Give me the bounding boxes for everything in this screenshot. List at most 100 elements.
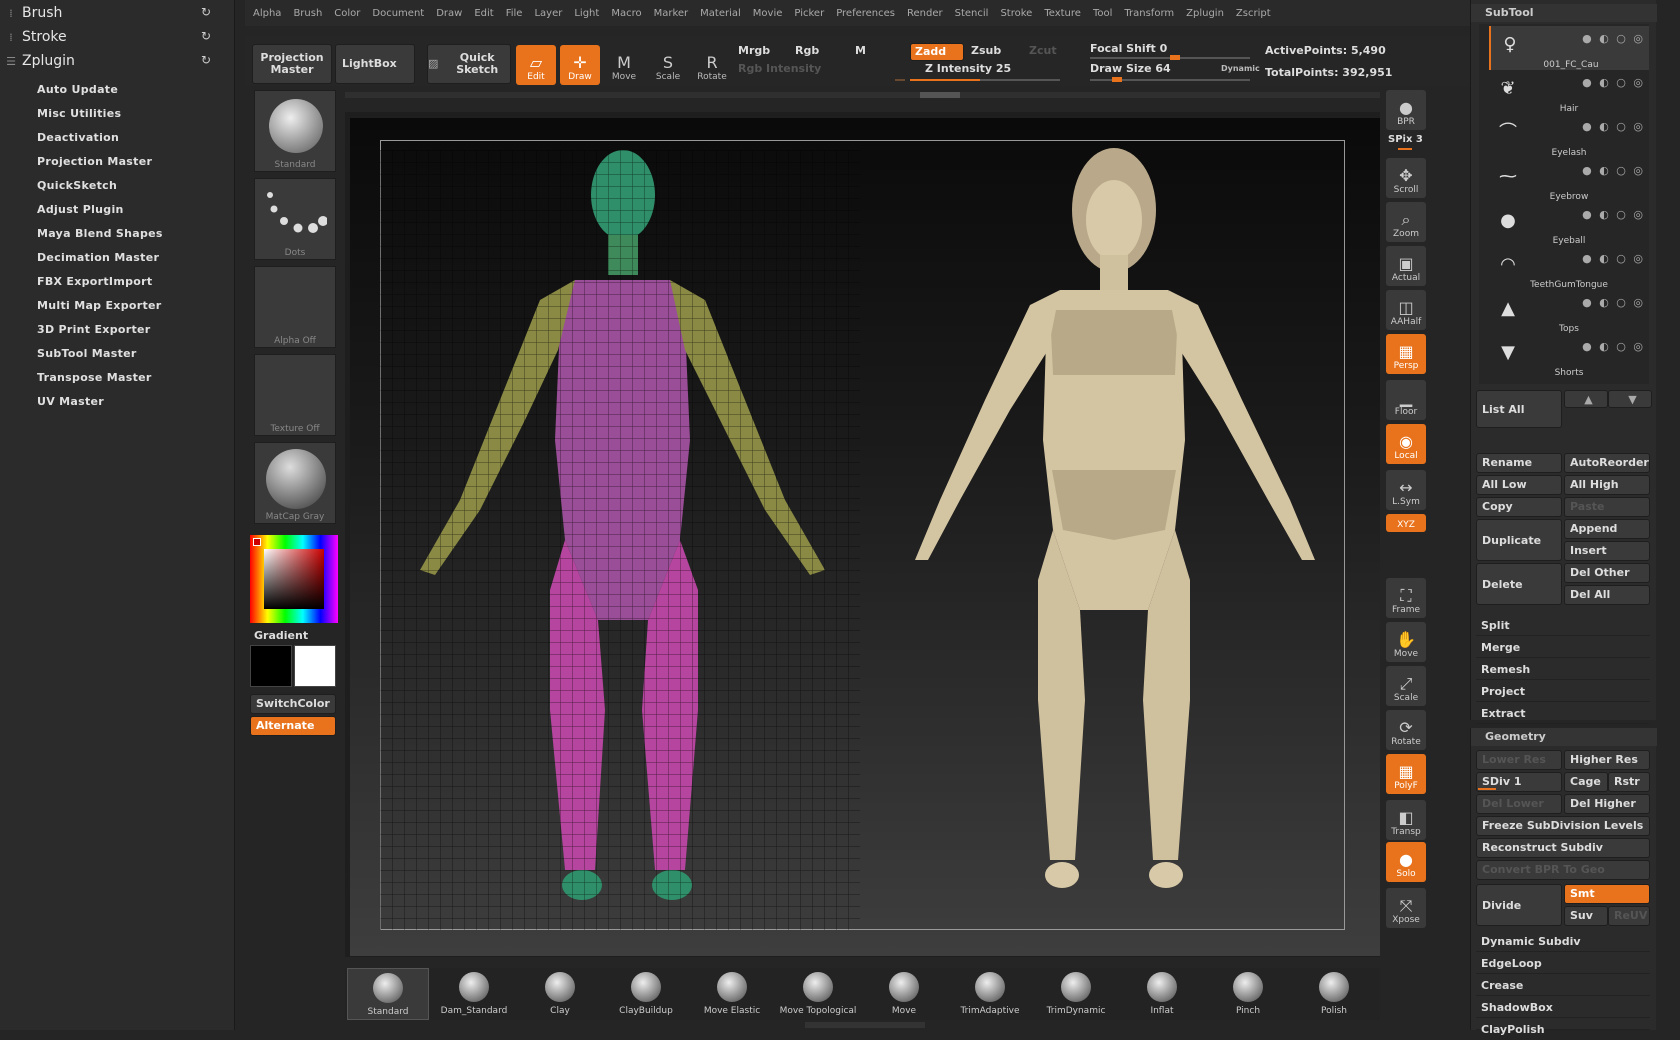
subtool-item[interactable]: ❦ ● ◐ ○ ◎ Hair [1489,70,1649,114]
list-all-button[interactable]: List All [1476,390,1562,428]
zcut-button[interactable]: Zcut [1029,44,1057,57]
refresh-icon[interactable]: ↻ [201,29,211,43]
menu-item-picker[interactable]: Picker [794,8,824,19]
alternate-button[interactable]: Alternate [250,716,336,736]
menu-item-zscript[interactable]: Zscript [1236,8,1271,19]
rotate-button[interactable]: R Rotate [692,45,732,85]
smt-button[interactable]: Smt [1564,884,1650,904]
all-low-button[interactable]: All Low [1476,475,1562,495]
move-up-arrow-button[interactable]: ▲ [1564,390,1608,408]
aahalf-button[interactable]: ◫ AAHalf [1386,290,1426,330]
plugin-misc-utilities[interactable]: Misc Utilities [37,107,121,120]
draw-size-slider[interactable]: Draw Size 64 [1090,62,1171,75]
merge-button[interactable]: Merge [1476,638,1650,658]
zoom-button[interactable]: ⌕ Zoom [1386,202,1426,242]
color-sv-square[interactable] [264,549,324,609]
paste-button[interactable]: Paste [1564,497,1650,517]
duplicate-button[interactable]: Duplicate [1476,519,1562,561]
menu-item-transform[interactable]: Transform [1124,8,1174,19]
brush-trimdynamic[interactable]: TrimDynamic [1035,968,1117,1020]
top-scrollbar[interactable] [345,92,1380,98]
copy-button[interactable]: Copy [1476,497,1562,517]
plugin-fbx-exportimport[interactable]: FBX ExportImport [37,275,152,288]
rename-button[interactable]: Rename [1476,453,1562,473]
refresh-icon[interactable]: ↻ [201,5,211,19]
claypolish-button[interactable]: ClayPolish [1476,1020,1650,1036]
gradient-label[interactable]: Gradient [254,629,308,642]
menu-item-color[interactable]: Color [334,8,360,19]
menu-item-material[interactable]: Material [700,8,741,19]
brush-claybuildup[interactable]: ClayBuildup [605,968,687,1020]
draw-button[interactable]: ✛ Draw [560,45,600,85]
bottom-scrollbar[interactable] [805,1022,925,1028]
mrgb-button[interactable]: Mrgb [738,44,770,57]
move-down-arrow-button[interactable]: ▼ [1608,390,1652,408]
alpha-thumbnail[interactable]: Alpha Off [254,266,336,348]
subtool-item[interactable]: ◠ ● ◐ ○ ◎ TeethGumTongue [1489,246,1649,290]
higher-res-button[interactable]: Higher Res [1564,750,1650,770]
divide-button[interactable]: Divide [1476,884,1562,926]
material-thumbnail[interactable]: MatCap Gray [254,442,336,524]
polyf-button[interactable]: ▦ PolyF [1386,754,1426,794]
tray-header-brush[interactable]: ⁞ Brush ↻ [0,2,235,24]
delete-button[interactable]: Delete [1476,563,1562,605]
suv-button[interactable]: Suv [1564,906,1608,926]
del-lower-button[interactable]: Del Lower [1476,794,1562,814]
menu-item-movie[interactable]: Movie [753,8,783,19]
frame-button[interactable]: ⛶ Frame [1386,578,1426,618]
menu-item-layer[interactable]: Layer [534,8,562,19]
subtool-title[interactable]: SubTool [1471,4,1657,22]
brush-dam-standard[interactable]: Dam_Standard [433,968,515,1020]
all-high-button[interactable]: All High [1564,475,1650,495]
polyframe-figure[interactable] [380,150,860,930]
brush-move-elastic[interactable]: Move Elastic [691,968,773,1020]
extract-button[interactable]: Extract [1476,704,1650,724]
plugin-multi-map-exporter[interactable]: Multi Map Exporter [37,299,162,312]
projection-master-button[interactable]: Projection Master [252,44,332,84]
project-button[interactable]: Project [1476,682,1650,702]
menu-item-light[interactable]: Light [574,8,599,19]
visibility-eye-icon[interactable]: ● ◐ ○ ◎ [1582,120,1645,133]
menu-item-edit[interactable]: Edit [474,8,493,19]
floor-button[interactable]: ▁ Floor [1386,380,1426,420]
subtool-item[interactable]: ⁓ ● ◐ ○ ◎ Eyebrow [1489,158,1649,202]
menu-item-tool[interactable]: Tool [1093,8,1112,19]
scale-button[interactable]: ⤢ Scale [1386,666,1426,706]
subtool-item[interactable]: ♀ ● ◐ ○ ◎ 001_FC_Cau [1489,26,1649,70]
geometry-title[interactable]: Geometry [1471,728,1657,746]
move-button[interactable]: ✋ Move [1386,622,1426,662]
menu-item-brush[interactable]: Brush [293,8,322,19]
visibility-eye-icon[interactable]: ● ◐ ○ ◎ [1582,164,1645,177]
brush-move[interactable]: Move [863,968,945,1020]
del-higher-button[interactable]: Del Higher [1564,794,1650,814]
menu-item-draw[interactable]: Draw [436,8,462,19]
tray-header-stroke[interactable]: ⁞ Stroke ↻ [0,26,235,48]
brush-move-topological[interactable]: Move Topological [777,968,859,1020]
subtool-item[interactable]: ⌒ ● ◐ ○ ◎ Eyelash [1489,114,1649,158]
cage-button[interactable]: Cage [1564,772,1608,792]
shadowbox-button[interactable]: ShadowBox [1476,998,1650,1018]
plugin-maya-blend-shapes[interactable]: Maya Blend Shapes [37,227,163,240]
remesh-button[interactable]: Remesh [1476,660,1650,680]
subtool-item[interactable]: ▼ ● ◐ ○ ◎ Shorts [1489,334,1649,378]
actual-button[interactable]: ▣ Actual [1386,246,1426,286]
local-button[interactable]: ◉ Local [1386,424,1426,464]
visibility-eye-icon[interactable]: ● ◐ ○ ◎ [1582,252,1645,265]
subtool-item[interactable]: ▲ ● ◐ ○ ◎ Tops [1489,290,1649,334]
brush-standard[interactable]: Standard [347,968,429,1020]
brush-clay[interactable]: Clay [519,968,601,1020]
menu-item-alpha[interactable]: Alpha [253,8,281,19]
rgb-intensity-slider[interactable]: Rgb Intensity [738,62,821,75]
plugin-deactivation[interactable]: Deactivation [37,131,119,144]
plugin-quicksketch[interactable]: QuickSketch [37,179,117,192]
visibility-eye-icon[interactable]: ● ◐ ○ ◎ [1582,340,1645,353]
xyz-symmetry-button[interactable]: XYZ [1386,514,1426,532]
visibility-eye-icon[interactable]: ● ◐ ○ ◎ [1582,208,1645,221]
tray-header-zplugin[interactable]: ☰ Zplugin ↻ [0,50,235,72]
append-button[interactable]: Append [1564,519,1650,539]
reconstruct-subdiv-button[interactable]: Reconstruct Subdiv [1476,838,1650,858]
brush-inflat[interactable]: Inflat [1121,968,1203,1020]
brush-trimadaptive[interactable]: TrimAdaptive [949,968,1031,1020]
del-other-button[interactable]: Del Other [1564,563,1650,583]
solo-button[interactable]: ● Solo [1386,842,1426,882]
